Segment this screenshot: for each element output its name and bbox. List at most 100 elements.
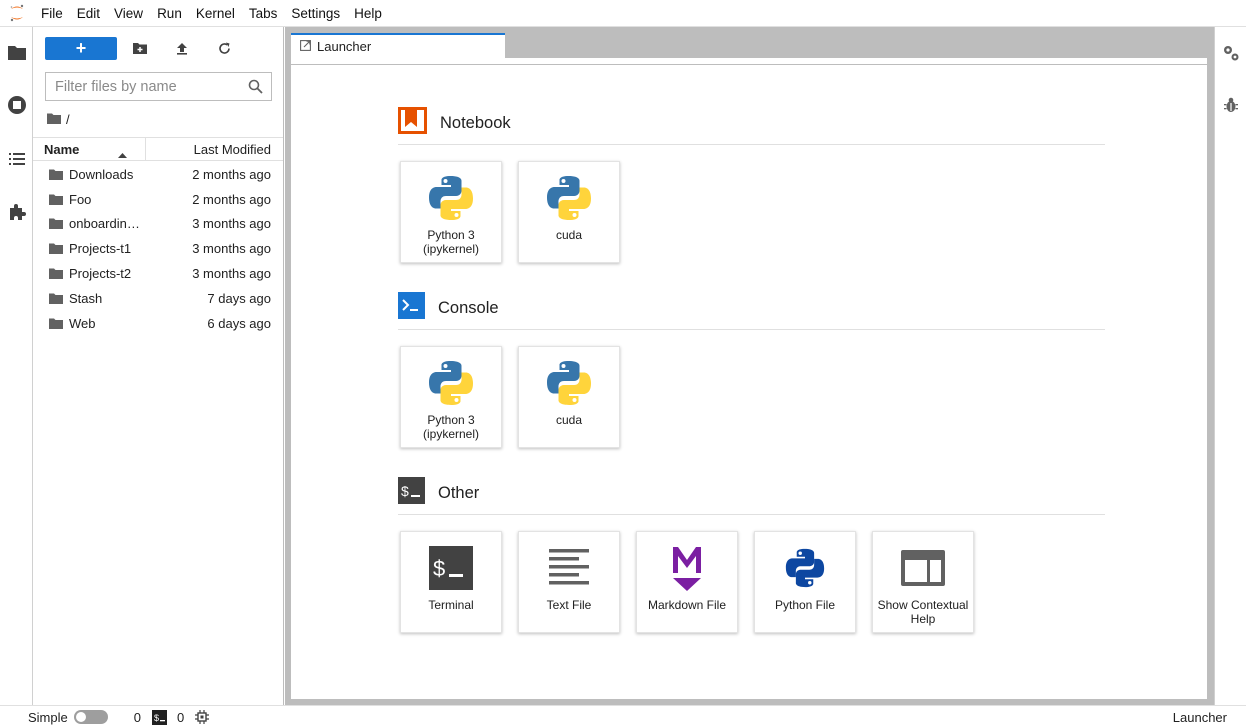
running-icon[interactable] (0, 90, 33, 120)
menu-tabs[interactable]: Tabs (242, 0, 285, 27)
svg-text:$: $ (433, 556, 445, 581)
file-name: Downloads (69, 166, 134, 182)
file-row-downloads[interactable]: Downloads 2 months ago (33, 162, 283, 187)
svg-text:$: $ (154, 713, 159, 723)
section-console: Console (398, 292, 499, 324)
menu-settings[interactable]: Settings (284, 0, 347, 27)
file-modified: 3 months ago (192, 266, 271, 282)
file-browser-toolbar: + (45, 36, 245, 60)
refresh-icon[interactable] (203, 37, 245, 60)
file-row-stash[interactable]: Stash 7 days ago (33, 286, 283, 311)
file-name: Stash (69, 290, 103, 306)
menu-run[interactable]: Run (150, 0, 189, 27)
terminal-card[interactable]: $ Terminal (400, 531, 502, 633)
file-list-header: Name Last Modified (33, 137, 283, 161)
folder-icon (33, 218, 69, 230)
card-label-line1: Terminal (428, 598, 474, 612)
tab-label: Launcher (317, 39, 372, 54)
breadcrumb-root[interactable]: / (66, 112, 70, 127)
file-modified: 2 months ago (192, 166, 271, 182)
simple-mode-label: Simple (28, 709, 68, 725)
folder-icon (33, 318, 69, 329)
menu-view[interactable]: View (107, 0, 150, 27)
file-modified: 3 months ago (192, 216, 271, 232)
terminal-status-icon: $ (151, 709, 167, 725)
property-inspector-icon[interactable] (1215, 38, 1246, 68)
folder-icon (33, 293, 69, 304)
file-modified: 6 days ago (207, 315, 271, 331)
notebook-python3-card[interactable]: Python 3 (ipykernel) (400, 161, 502, 263)
folder-icon (33, 169, 69, 180)
upload-icon[interactable] (161, 37, 203, 60)
terminal-icon: $ (401, 532, 501, 598)
python-logo-icon (401, 347, 501, 413)
file-modified: 2 months ago (192, 191, 271, 207)
file-row-onboarding[interactable]: onboardin… 3 months ago (33, 212, 283, 237)
jupyter-logo-icon (0, 0, 34, 27)
file-modified: 3 months ago (192, 241, 271, 257)
column-name-header[interactable]: Name (33, 137, 146, 161)
breadcrumb: / (47, 111, 70, 127)
console-python3-card[interactable]: Python 3 (ipykernel) (400, 346, 502, 448)
card-label-line2: Help (910, 612, 936, 626)
home-folder-icon[interactable] (47, 112, 61, 127)
menu-kernel[interactable]: Kernel (189, 0, 242, 27)
section-divider (398, 144, 1105, 145)
text-file-icon (519, 532, 619, 598)
folder-icon (33, 194, 69, 205)
text-file-card[interactable]: Text File (518, 531, 620, 633)
section-divider (398, 514, 1105, 515)
section-title: Console (438, 298, 499, 317)
debugger-icon[interactable] (1215, 90, 1246, 120)
column-modified-header[interactable]: Last Modified (146, 142, 283, 157)
launcher-tab-icon (300, 39, 311, 54)
memory-chip-icon (195, 710, 210, 724)
python-file-card[interactable]: Python File (754, 531, 856, 633)
extension-icon[interactable] (0, 197, 33, 227)
contextual-help-card[interactable]: Show Contextual Help (872, 531, 974, 633)
card-label-line1: Python 3 (427, 228, 475, 242)
divider (291, 64, 1207, 65)
filter-files-input[interactable] (55, 78, 245, 95)
terminals-count[interactable]: 0 (177, 710, 184, 725)
left-activity-bar (0, 27, 33, 705)
card-label-line1: Show Contextual (877, 598, 969, 612)
kernels-count[interactable]: 0 (134, 710, 141, 725)
card-label-line1: cuda (555, 228, 583, 242)
new-folder-icon[interactable] (119, 37, 161, 60)
file-row-projects-t1[interactable]: Projects-t1 3 months ago (33, 236, 283, 261)
markdown-file-card[interactable]: Markdown File (636, 531, 738, 633)
file-name: Foo (69, 191, 92, 207)
folder-icon[interactable] (0, 37, 33, 67)
card-label-line2: (ipykernel) (422, 242, 479, 256)
sort-ascending-icon (118, 146, 127, 161)
new-launcher-button[interactable]: + (45, 36, 117, 60)
filter-files-field[interactable] (45, 72, 272, 101)
card-label-line1: Markdown File (647, 598, 727, 612)
section-title: Other (438, 483, 480, 502)
menu-file[interactable]: File (34, 0, 70, 27)
python-logo-icon (519, 162, 619, 228)
file-row-web[interactable]: Web 6 days ago (33, 311, 283, 336)
svg-text:$: $ (401, 483, 409, 499)
section-title: Notebook (440, 113, 511, 132)
notebook-icon (398, 107, 427, 139)
menu-help[interactable]: Help (347, 0, 389, 27)
menu-edit[interactable]: Edit (70, 0, 107, 27)
notebook-cuda-card[interactable]: cuda (518, 161, 620, 263)
file-row-foo[interactable]: Foo 2 months ago (33, 187, 283, 212)
card-label-line1: Python 3 (427, 413, 475, 427)
tab-launcher[interactable]: Launcher (291, 33, 505, 58)
card-label-line1: cuda (555, 413, 583, 427)
file-name: Projects-t2 (69, 266, 132, 282)
file-modified: 7 days ago (207, 290, 271, 306)
console-cuda-card[interactable]: cuda (518, 346, 620, 448)
menu-bar: File Edit View Run Kernel Tabs Settings … (0, 0, 1246, 27)
current-tab-status: Launcher (1172, 709, 1227, 725)
status-bar: Simple 0 $ 0 Launcher (0, 705, 1246, 728)
file-row-projects-t2[interactable]: Projects-t2 3 months ago (33, 261, 283, 286)
simple-mode-toggle[interactable] (73, 710, 108, 724)
toc-icon[interactable] (0, 144, 33, 174)
python-logo-icon (401, 162, 501, 228)
python-file-icon (755, 532, 855, 598)
